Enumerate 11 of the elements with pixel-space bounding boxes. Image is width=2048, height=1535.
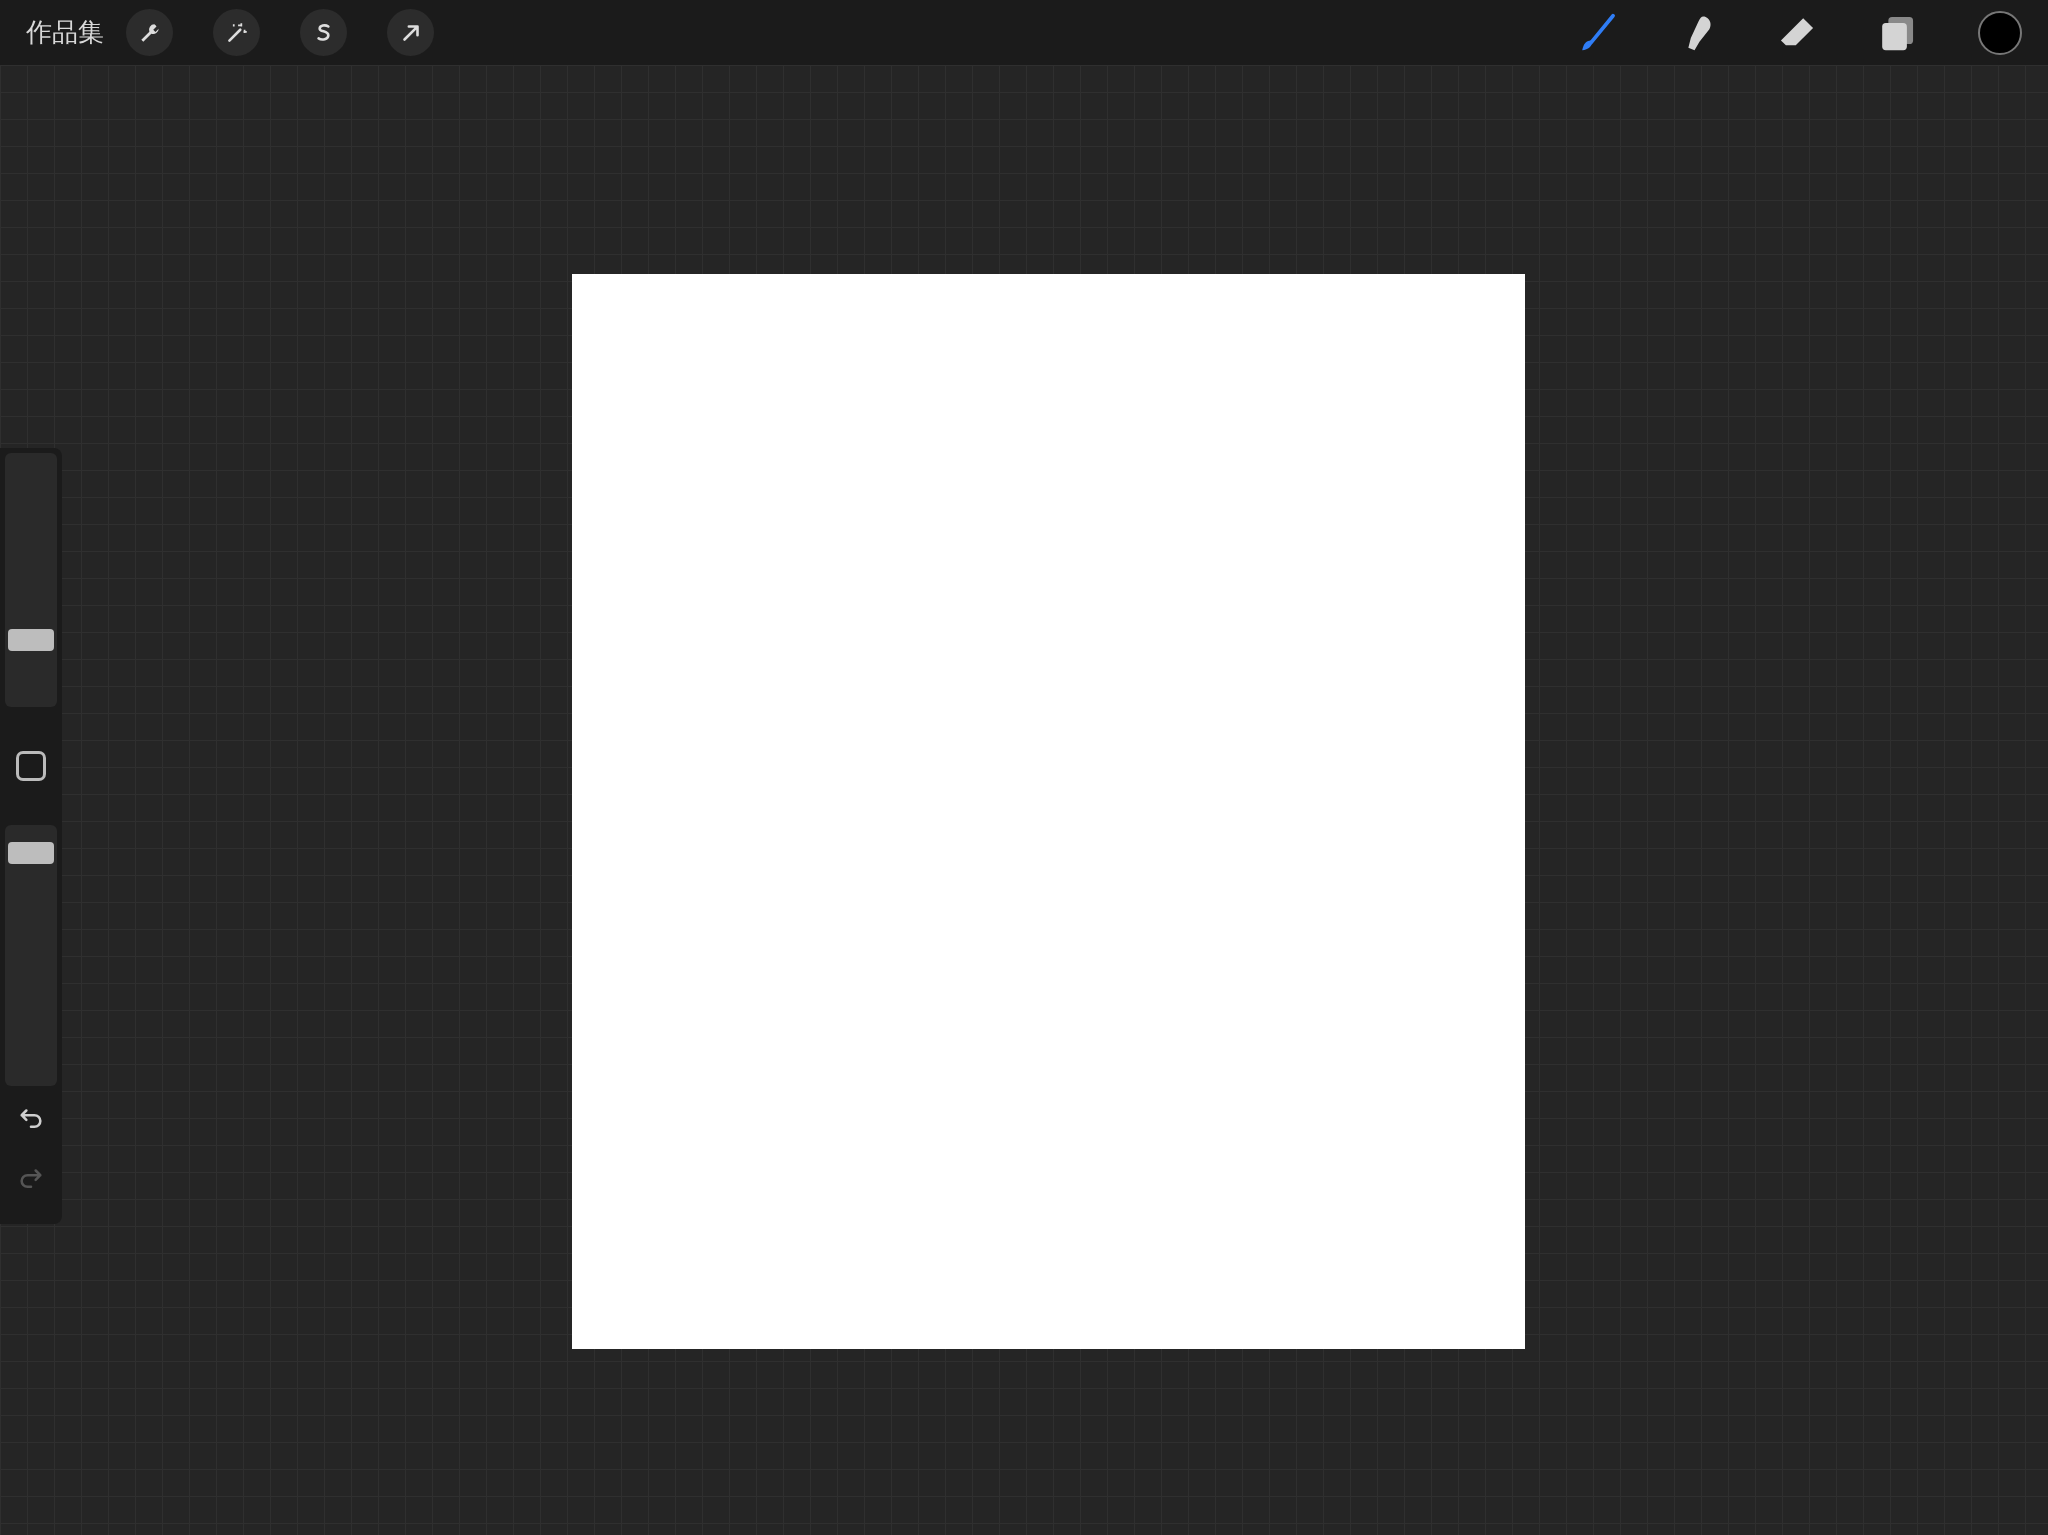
color-swatch[interactable] — [1978, 10, 2022, 55]
modify-button[interactable] — [16, 751, 46, 781]
transform-button[interactable] — [387, 9, 434, 56]
wrench-button[interactable] — [126, 9, 173, 56]
brush-size-slider[interactable] — [5, 453, 57, 707]
gallery-button[interactable]: 作品集 — [26, 13, 104, 52]
selection-button[interactable] — [300, 9, 347, 56]
wand-button[interactable] — [213, 9, 260, 56]
slider-thumb[interactable] — [8, 629, 54, 652]
slider-thumb[interactable] — [8, 841, 54, 864]
opacity-slider[interactable] — [5, 825, 57, 1086]
